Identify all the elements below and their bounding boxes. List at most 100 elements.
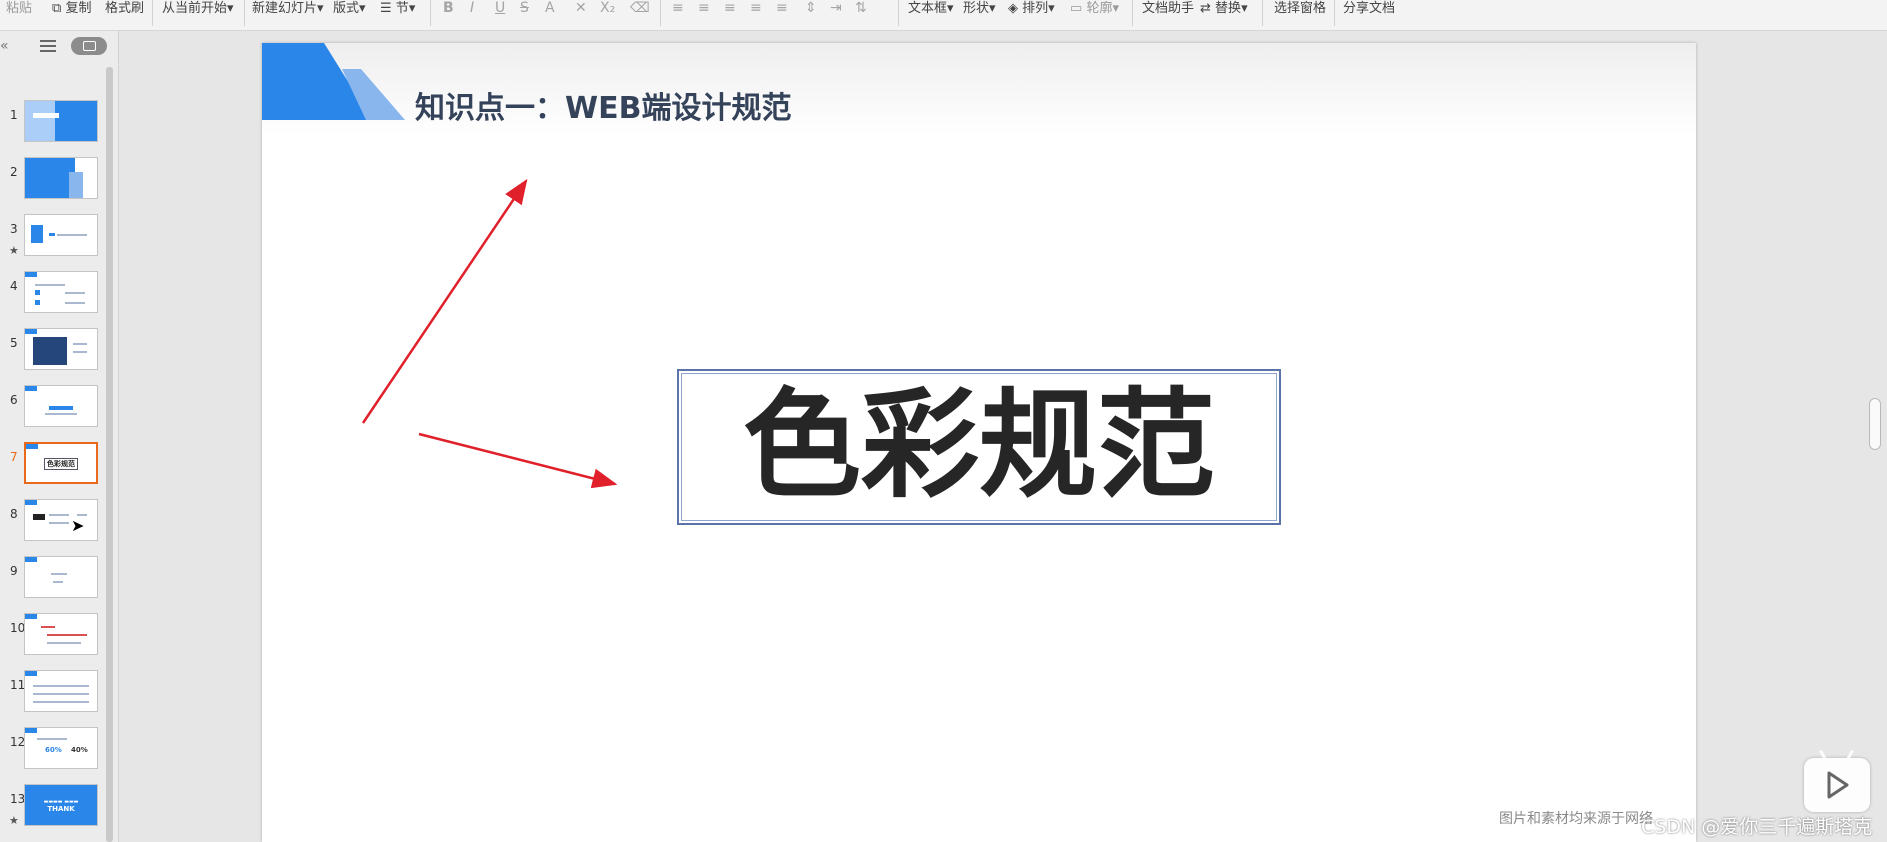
format-painter-button[interactable]: 格式刷 bbox=[105, 0, 144, 16]
distribute-icon[interactable]: ≡ bbox=[776, 0, 788, 16]
slide-number: 5 bbox=[10, 336, 18, 350]
slide-thumbnail[interactable] bbox=[24, 157, 98, 199]
slide-title[interactable]: 知识点一：WEB端设计规范 bbox=[415, 83, 791, 127]
slide-canvas[interactable]: 知识点一：WEB端设计规范 色彩规范 图片和素材均来源于网络 bbox=[262, 43, 1696, 842]
dropdown-icon: ▾ bbox=[947, 1, 954, 16]
slide-number: 3 bbox=[10, 222, 18, 236]
layout-button[interactable]: 版式▾ bbox=[333, 0, 366, 16]
panel-scrollbar[interactable] bbox=[106, 67, 113, 842]
header-decoration bbox=[262, 43, 405, 120]
slide-thumbnail-row[interactable]: 2 bbox=[0, 157, 100, 202]
subscript-icon[interactable]: X₂ bbox=[600, 0, 615, 16]
ribbon-divider bbox=[1132, 0, 1133, 26]
section-button[interactable]: ☰ 节▾ bbox=[380, 0, 415, 16]
textbox-button[interactable]: 文本框▾ bbox=[908, 0, 954, 16]
outline-icon: ▭ bbox=[1070, 1, 1083, 16]
main-heading: 色彩规范 bbox=[742, 376, 1215, 514]
selection-pane-button[interactable]: 选择窗格 bbox=[1274, 0, 1326, 16]
slide-thumbnail-panel: « 1 2 3 ★ 4 5 6 7 色彩规范 8 ➤ 9 10 11 12 60% 40% 13 ★ ▬▬▬▬ ▬▬▬… bbox=[0, 31, 119, 842]
slide-number: 6 bbox=[10, 393, 18, 407]
vertical-scrollbar-thumb[interactable] bbox=[1869, 398, 1881, 450]
dropdown-icon: ▾ bbox=[408, 1, 416, 16]
slide-thumbnail-row[interactable]: 8 ➤ bbox=[0, 499, 100, 544]
dropdown-icon: ▾ bbox=[989, 1, 996, 16]
video-player-widget[interactable] bbox=[1804, 758, 1870, 812]
replace-icon: ⇄ bbox=[1200, 1, 1211, 16]
slide-thumbnail-row[interactable]: 12 60% 40% bbox=[0, 727, 100, 772]
main-textbox[interactable]: 色彩规范 bbox=[677, 369, 1281, 525]
slide-thumbnail-row[interactable]: 10 bbox=[0, 613, 100, 658]
line-spacing-icon[interactable]: ⇕ bbox=[805, 0, 817, 16]
slide-thumbnail[interactable] bbox=[24, 385, 98, 427]
share-doc-button[interactable]: 分享文档 bbox=[1343, 0, 1395, 16]
replace-button[interactable]: ⇄ 替换▾ bbox=[1200, 0, 1248, 16]
outline-button[interactable]: ▭ 轮廓▾ bbox=[1070, 0, 1119, 16]
slide-thumbnail[interactable]: 60% 40% bbox=[24, 727, 98, 769]
slide-thumbnail[interactable]: 色彩规范 bbox=[24, 442, 98, 484]
collapse-panel-icon[interactable]: « bbox=[0, 38, 9, 54]
copy-button[interactable]: ⧉ 复制 bbox=[52, 0, 91, 16]
shape-label: 形状 bbox=[963, 1, 990, 16]
copy-icon: ⧉ bbox=[52, 1, 62, 16]
from-current-button[interactable]: 从当前开始▾ bbox=[162, 0, 234, 16]
paste-button[interactable]: 粘贴 bbox=[6, 0, 32, 16]
slide-number: 12 bbox=[10, 735, 26, 749]
slide-thumbnail[interactable] bbox=[24, 613, 98, 655]
thumbnail-view-icon[interactable] bbox=[71, 37, 107, 55]
slide-number: 13 bbox=[10, 792, 26, 806]
slide-thumbnail[interactable] bbox=[24, 271, 98, 313]
from-current-label: 从当前开始 bbox=[162, 1, 228, 16]
animation-star-icon: ★ bbox=[9, 244, 19, 257]
outline-label: 轮廓 bbox=[1086, 1, 1113, 16]
slide-thumbnail[interactable] bbox=[24, 100, 98, 142]
layout-label: 版式 bbox=[333, 1, 360, 16]
shape-button[interactable]: 形状▾ bbox=[963, 0, 996, 16]
slide-number: 7 bbox=[10, 450, 18, 464]
ribbon-divider bbox=[1334, 0, 1335, 26]
slide-thumbnail-row[interactable]: 4 bbox=[0, 271, 100, 316]
underline-icon[interactable]: U bbox=[495, 0, 505, 16]
slide-number: 11 bbox=[10, 678, 26, 692]
source-footnote: 图片和素材均来源于网络 bbox=[1499, 811, 1653, 827]
slide-thumbnail[interactable] bbox=[24, 670, 98, 712]
slide-number: 2 bbox=[10, 165, 18, 179]
bold-icon[interactable]: B bbox=[443, 0, 454, 16]
slide-thumbnail-row[interactable]: 13 ★ ▬▬▬▬ ▬▬▬ THANK bbox=[0, 784, 100, 829]
arrange-icon: ◈ bbox=[1008, 1, 1018, 16]
ribbon-divider bbox=[152, 0, 153, 26]
slide-thumbnail-row[interactable]: 1 bbox=[0, 100, 100, 145]
textbox-label: 文本框 bbox=[908, 1, 948, 16]
slide-thumbnail-row[interactable]: 3 ★ bbox=[0, 214, 100, 259]
slide-thumbnail-row[interactable]: 9 bbox=[0, 556, 100, 601]
align-left-icon[interactable]: ≡ bbox=[672, 0, 684, 16]
slide-thumbnail-row[interactable]: 11 bbox=[0, 670, 100, 715]
play-icon[interactable] bbox=[1826, 770, 1850, 800]
align-right-icon[interactable]: ≡ bbox=[724, 0, 736, 16]
arrange-button[interactable]: ◈ 排列▾ bbox=[1008, 0, 1055, 16]
justify-icon[interactable]: ≡ bbox=[750, 0, 762, 16]
text-direction-icon[interactable]: ⇅ bbox=[855, 0, 867, 16]
slide-thumbnail-row[interactable]: 5 bbox=[0, 328, 100, 373]
strikethrough-icon[interactable]: S bbox=[520, 0, 529, 16]
slide-thumbnail[interactable]: ➤ bbox=[24, 499, 98, 541]
slide-thumbnail[interactable]: ▬▬▬▬ ▬▬▬ THANK bbox=[24, 784, 98, 826]
dropdown-icon: ▾ bbox=[1048, 1, 1055, 16]
slide-thumbnail[interactable] bbox=[24, 556, 98, 598]
slide-thumbnail[interactable] bbox=[24, 328, 98, 370]
slide-thumbnail-row[interactable]: 7 色彩规范 bbox=[0, 442, 100, 487]
new-slide-button[interactable]: 新建幻灯片▾ bbox=[252, 0, 324, 16]
italic-icon[interactable]: I bbox=[470, 0, 474, 16]
clear-format-icon[interactable]: ✕ bbox=[575, 0, 587, 16]
outline-view-icon[interactable] bbox=[40, 39, 56, 53]
slide-thumbnail-row[interactable]: 6 bbox=[0, 385, 100, 430]
animation-star-icon: ★ bbox=[9, 814, 19, 827]
ribbon-divider bbox=[430, 0, 431, 26]
font-color-icon[interactable]: A bbox=[545, 0, 555, 16]
dropdown-icon: ▾ bbox=[1241, 1, 1248, 16]
slide-thumbnail[interactable] bbox=[24, 214, 98, 256]
indent-icon[interactable]: ⇥ bbox=[830, 0, 842, 16]
eraser-icon[interactable]: ⌫ bbox=[630, 0, 650, 16]
slide-number: 10 bbox=[10, 621, 26, 635]
doc-assistant-button[interactable]: 文档助手 bbox=[1142, 0, 1194, 16]
align-center-icon[interactable]: ≡ bbox=[698, 0, 710, 16]
